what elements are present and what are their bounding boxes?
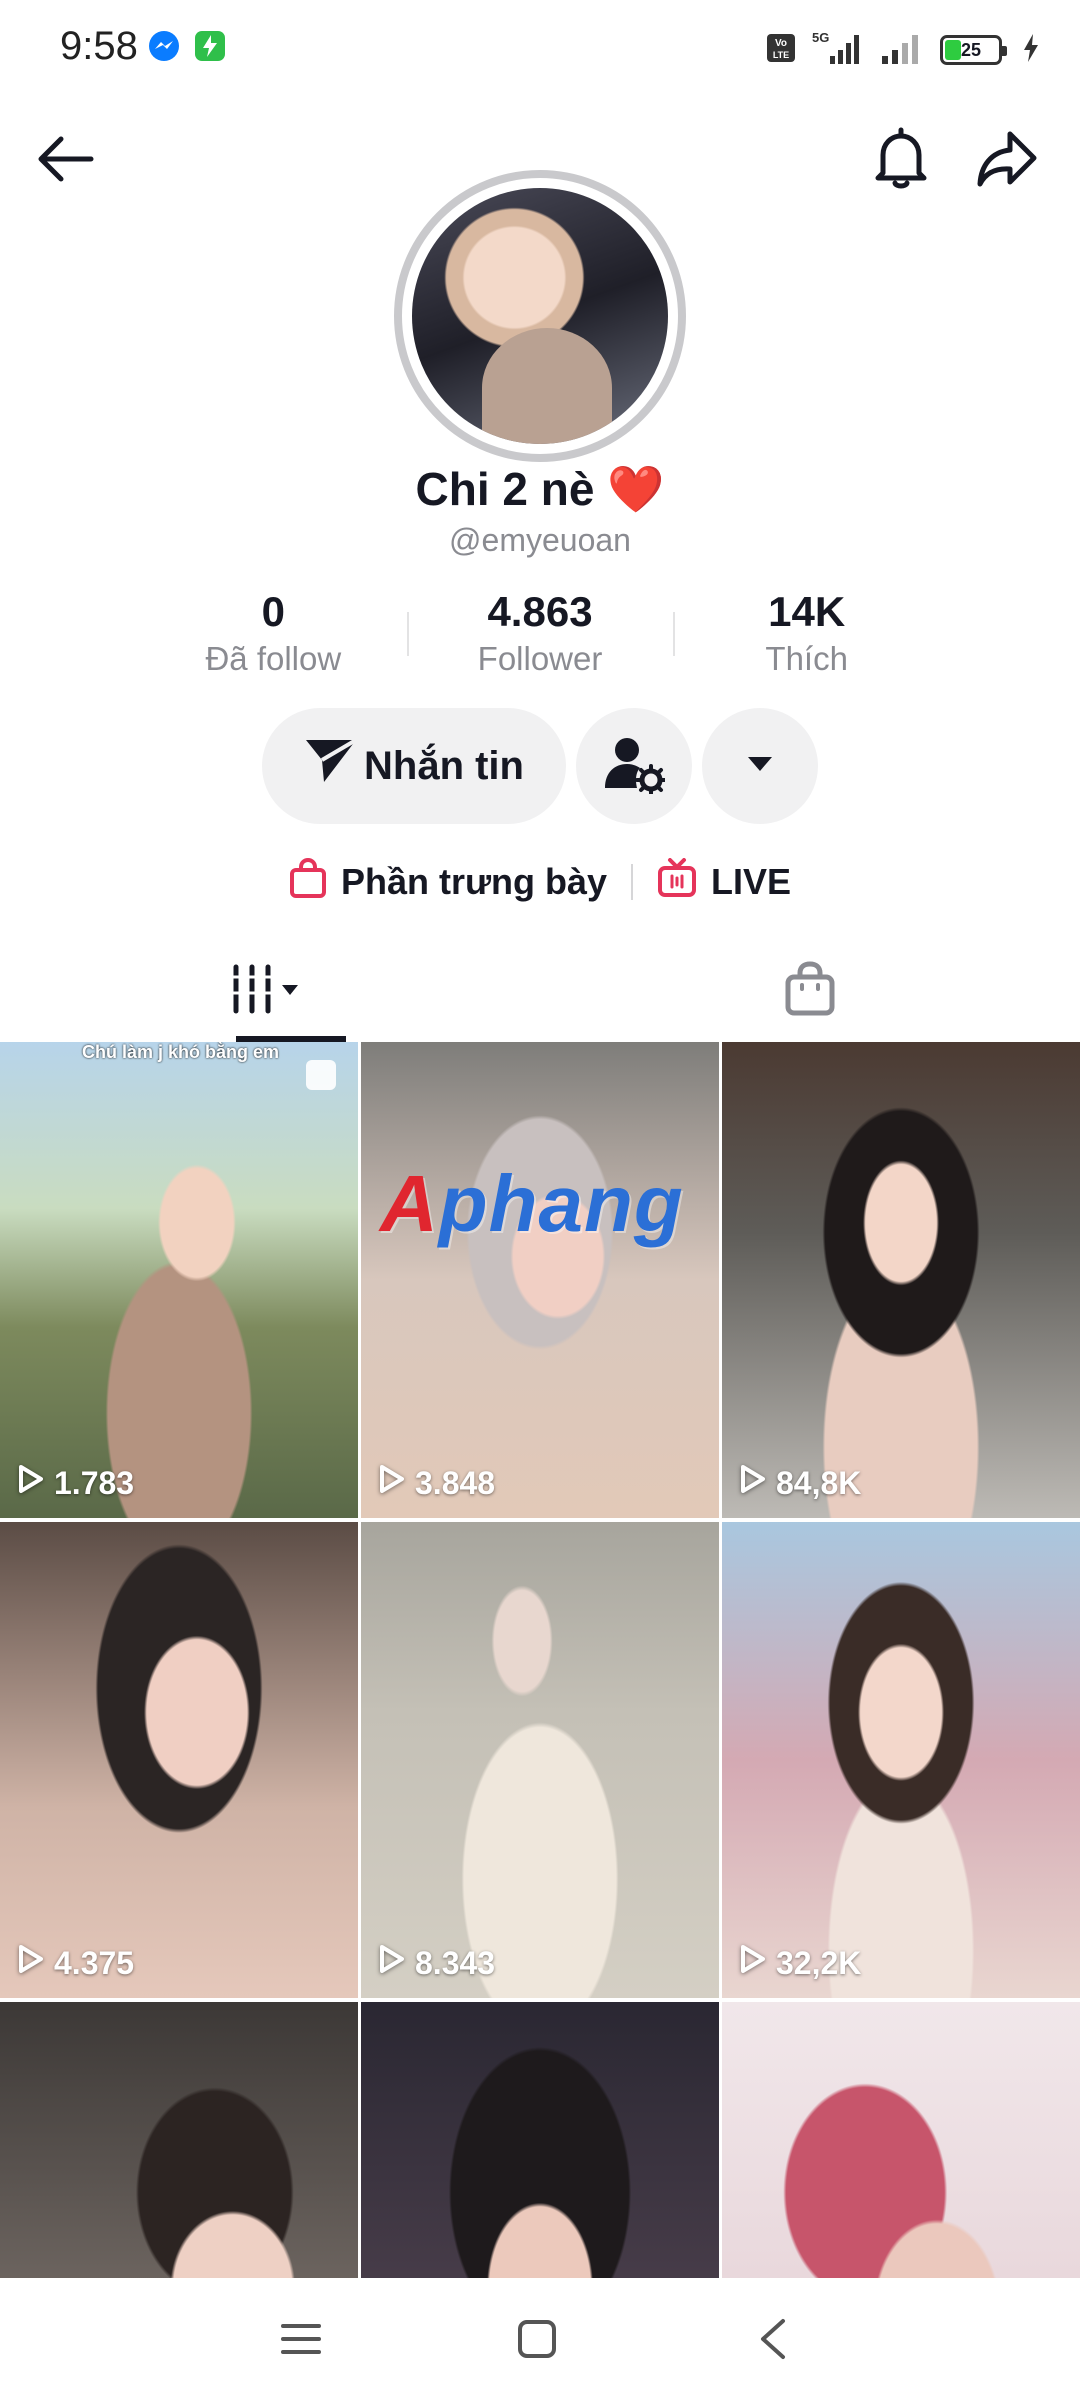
stat-label: Follower	[477, 640, 603, 677]
live-label: LIVE	[711, 861, 792, 902]
shop-bag-icon	[784, 960, 836, 1022]
user-settings-icon	[603, 734, 667, 799]
home-square-icon	[516, 2318, 558, 2365]
avatar-photo	[412, 188, 668, 444]
signal-5g-icon: 5G	[810, 30, 866, 71]
view-count-text: 4.375	[54, 1944, 135, 1981]
stat-likes[interactable]: 14K Thích	[673, 588, 940, 688]
profile-tabs	[0, 940, 1080, 1042]
link-divider	[631, 864, 634, 900]
system-nav-bar	[0, 2278, 1080, 2400]
view-count-text: 3.848	[415, 1464, 496, 1501]
video-caption: Chú làm j khó bằng em	[82, 1042, 280, 1062]
live-tv-icon	[657, 857, 697, 907]
username: @emyeuoan	[449, 522, 631, 558]
profile-actions: Nhắn tin	[262, 708, 818, 824]
status-bar: 9:58 Vo LTE 5G 25	[0, 0, 1080, 100]
avatar[interactable]	[394, 170, 686, 462]
signal-icon	[880, 30, 926, 71]
battery-icon: 25	[940, 35, 1007, 65]
stat-label: Thích	[765, 640, 848, 677]
share-icon	[976, 130, 1038, 193]
video-tile[interactable]	[722, 2002, 1080, 2278]
video-tile[interactable]: 4.375	[0, 1522, 358, 1998]
video-tile[interactable]	[361, 2002, 719, 2278]
user-settings-button[interactable]	[576, 708, 692, 824]
stat-value: 14K	[768, 588, 846, 635]
view-count-text: 1.783	[54, 1464, 135, 1501]
volte-icon: Vo LTE	[766, 33, 796, 68]
view-count: 4.375	[18, 1944, 134, 1982]
heart-emoji: ❤️	[607, 463, 665, 515]
tab-videos[interactable]	[0, 940, 540, 1042]
video-tile[interactable]	[0, 2002, 358, 2278]
message-button[interactable]: Nhắn tin	[262, 708, 566, 824]
app-notification-icon	[194, 30, 226, 67]
stats-row: 0 Đã follow 4.863 Follower 14K Thích	[140, 588, 940, 688]
video-tile[interactable]: Chú làm j khó bằng em 1.783	[0, 1042, 358, 1518]
system-back-button[interactable]	[738, 2306, 808, 2376]
video-tile[interactable]: 3.848	[361, 1042, 719, 1518]
watermark: Aphang	[380, 1159, 684, 1248]
view-count-text: 32,2K	[776, 1944, 862, 1981]
play-icon	[379, 1944, 405, 1982]
svg-text:5G: 5G	[812, 30, 829, 45]
bell-icon	[871, 127, 931, 196]
view-count-text: 84,8K	[776, 1464, 862, 1501]
showcase-link[interactable]: Phần trưng bày	[289, 857, 608, 907]
status-time: 9:58	[60, 24, 138, 68]
video-tile[interactable]: 32,2K	[722, 1522, 1080, 1998]
live-link[interactable]: LIVE	[657, 857, 792, 907]
play-icon	[379, 1464, 405, 1502]
messenger-icon	[148, 30, 180, 67]
view-count: 3.848	[379, 1464, 495, 1502]
svg-text:Vo: Vo	[775, 38, 787, 49]
send-icon	[304, 736, 358, 796]
back-arrow-icon	[35, 134, 95, 189]
shopping-bag-icon	[289, 857, 327, 907]
menu-icon	[279, 2320, 323, 2363]
view-count-text: 8.343	[415, 1944, 496, 1981]
tab-shop[interactable]	[540, 940, 1080, 1042]
stat-value: 4.863	[487, 588, 593, 635]
charging-icon	[1022, 33, 1040, 68]
view-count: 32,2K	[740, 1944, 861, 1982]
profile-links: Phần trưng bày LIVE	[0, 852, 1080, 912]
stat-followers[interactable]: 4.863 Follower	[406, 588, 674, 688]
stat-label: Đã follow	[205, 640, 342, 677]
display-name: Chi 2 nè ❤️	[0, 462, 1080, 517]
view-count: 8.343	[379, 1944, 495, 1982]
back-button[interactable]	[30, 126, 100, 196]
recent-apps-button[interactable]	[266, 2306, 336, 2376]
play-icon	[18, 1464, 44, 1502]
notifications-button[interactable]	[866, 126, 936, 196]
view-count: 1.783	[18, 1464, 134, 1502]
stat-value: 0	[261, 588, 286, 635]
message-label: Nhắn tin	[364, 743, 524, 788]
view-count: 84,8K	[740, 1464, 861, 1502]
grid-sort-icon	[230, 963, 310, 1020]
more-dropdown-button[interactable]	[702, 708, 818, 824]
video-tile[interactable]: 8.343	[361, 1522, 719, 1998]
play-icon	[740, 1464, 766, 1502]
video-tile[interactable]: 84,8K	[722, 1042, 1080, 1518]
select-checkbox[interactable]	[306, 1060, 336, 1090]
showcase-label: Phần trưng bày	[340, 861, 608, 902]
dropdown-arrow-icon	[746, 755, 774, 778]
svg-text:LTE: LTE	[773, 50, 789, 60]
back-chevron-icon	[755, 2317, 791, 2366]
share-button[interactable]	[972, 126, 1042, 196]
home-button[interactable]	[502, 2306, 572, 2376]
stat-following[interactable]: 0 Đã follow	[140, 588, 407, 688]
display-name-text: Chi 2 nè	[415, 463, 595, 515]
play-icon	[740, 1944, 766, 1982]
play-icon	[18, 1944, 44, 1982]
